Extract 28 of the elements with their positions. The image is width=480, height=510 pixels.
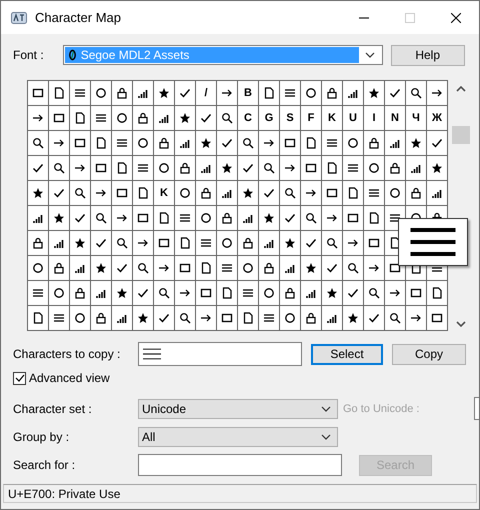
- window-title: Character Map: [35, 10, 122, 25]
- group-by-label: Group by :: [13, 430, 70, 444]
- help-button[interactable]: Help: [390, 44, 465, 66]
- select-button[interactable]: Select: [311, 344, 383, 364]
- character-cell[interactable]: K: [322, 106, 342, 130]
- go-to-unicode-label: Go to Unicode :: [343, 402, 420, 414]
- character-cell[interactable]: Ч: [406, 106, 426, 130]
- character-cell[interactable]: I: [364, 106, 384, 130]
- character-set-dropdown[interactable]: Unicode: [138, 398, 338, 418]
- character-set-label: Character set :: [13, 402, 93, 416]
- character-cell[interactable]: K: [154, 181, 174, 205]
- font-name: Segoe MDL2 Assets: [80, 48, 190, 62]
- advanced-view-label: Advanced view: [29, 371, 110, 385]
- character-cell[interactable]: C: [238, 106, 258, 130]
- character-cell[interactable]: S: [280, 106, 300, 130]
- character-cell[interactable]: Ж: [427, 106, 447, 130]
- character-cell[interactable]: G: [259, 106, 279, 130]
- group-by-dropdown[interactable]: All: [138, 427, 338, 447]
- character-cell[interactable]: N: [385, 106, 405, 130]
- character-cell[interactable]: B: [238, 81, 258, 105]
- copy-button[interactable]: Copy: [392, 344, 466, 364]
- font-label: Font :: [13, 48, 44, 62]
- character-cell[interactable]: /: [196, 81, 216, 105]
- character-cell[interactable]: U: [343, 106, 363, 130]
- search-for-label: Search for :: [13, 458, 76, 472]
- status-bar: U+E700: Private Use: [3, 484, 477, 503]
- character-cell[interactable]: F: [301, 106, 321, 130]
- characters-to-copy-label: Characters to copy :: [13, 347, 122, 361]
